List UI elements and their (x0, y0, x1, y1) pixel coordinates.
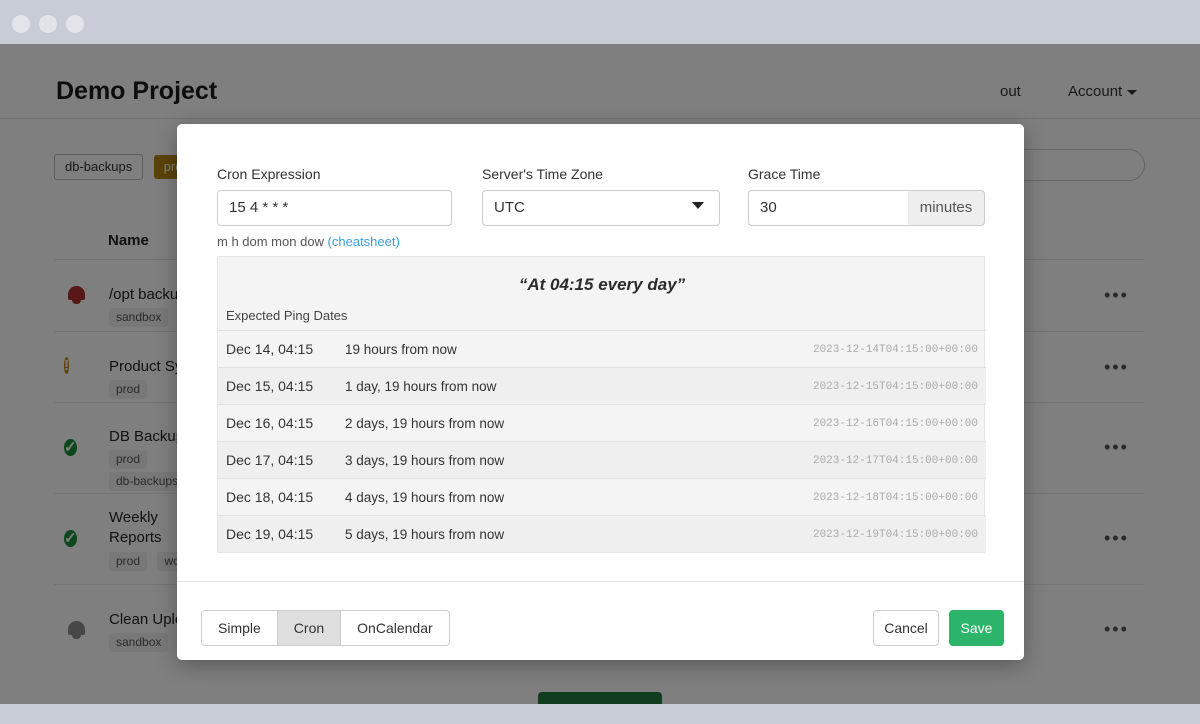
check-tags: prod (109, 450, 153, 469)
window-minimize-button[interactable] (39, 15, 57, 33)
ping-relative: 1 day, 19 hours from now (345, 379, 496, 394)
ping-iso-timestamp: 2023-12-19T04:15:00+00:00 (813, 529, 978, 541)
bell-ringing-icon (64, 282, 90, 308)
window-bottom-strip (0, 704, 1200, 724)
schedule-description: “At 04:15 every day” (218, 275, 986, 295)
cron-field-order: m h dom mon dow (217, 234, 328, 249)
ping-relative: 19 hours from now (345, 342, 457, 357)
window-close-button[interactable] (12, 15, 30, 33)
ping-date: Dec 19, 04:15 (226, 526, 313, 542)
row-actions-menu[interactable]: ••• (1104, 357, 1129, 378)
cheatsheet-link[interactable]: (cheatsheet) (328, 234, 400, 249)
check-tags: prod (109, 380, 153, 399)
schedule-type-cron[interactable]: Cron (278, 611, 341, 645)
window-chrome (0, 0, 1200, 44)
grace-time-unit: minutes (908, 190, 985, 226)
ping-date-row: Dec 17, 04:15 3 days, 19 hours from now … (218, 441, 986, 478)
check-circle-icon: ✓ (64, 436, 90, 462)
expected-ping-dates-table: Dec 14, 04:15 19 hours from now 2023-12-… (218, 330, 986, 552)
check-name[interactable]: Weekly Reports (109, 508, 179, 548)
browser-viewport: Demo Project out Account db-backups prod… (0, 44, 1200, 704)
ping-date-row: Dec 19, 04:15 5 days, 19 hours from now … (218, 515, 986, 552)
ping-iso-timestamp: 2023-12-17T04:15:00+00:00 (813, 455, 978, 467)
page-title: Demo Project (56, 77, 217, 106)
ping-date: Dec 14, 04:15 (226, 341, 313, 357)
ping-iso-timestamp: 2023-12-15T04:15:00+00:00 (813, 381, 978, 393)
nav-about-link[interactable]: out (1000, 83, 1021, 100)
ping-date-row: Dec 18, 04:15 4 days, 19 hours from now … (218, 478, 986, 515)
chevron-down-icon (692, 202, 704, 209)
cron-expression-label: Cron Expression (217, 166, 321, 182)
cron-help-text: m h dom mon dow (cheatsheet) (217, 234, 400, 249)
modal-footer: Simple Cron OnCalendar Cancel Save (177, 581, 1024, 660)
check-tag[interactable]: sandbox (109, 308, 168, 327)
ping-iso-timestamp: 2023-12-18T04:15:00+00:00 (813, 492, 978, 504)
ping-relative: 2 days, 19 hours from now (345, 416, 504, 431)
cancel-button[interactable]: Cancel (873, 610, 939, 646)
window-maximize-button[interactable] (66, 15, 84, 33)
check-tag[interactable]: prod (109, 552, 147, 571)
ping-date: Dec 16, 04:15 (226, 415, 313, 431)
ping-date-row: Dec 14, 04:15 19 hours from now 2023-12-… (218, 330, 986, 367)
cron-expression-input[interactable]: 15 4 * * * (217, 190, 452, 226)
row-actions-menu[interactable]: ••• (1104, 528, 1129, 549)
row-actions-menu[interactable]: ••• (1104, 285, 1129, 306)
nav-account-menu[interactable]: Account (1068, 83, 1137, 100)
table-column-header-name: Name (108, 232, 149, 249)
nav-account-label: Account (1068, 83, 1122, 100)
ping-iso-timestamp: 2023-12-16T04:15:00+00:00 (813, 418, 978, 430)
row-actions-menu[interactable]: ••• (1104, 619, 1129, 640)
check-tags: sandbox (109, 633, 174, 652)
check-tag[interactable]: sandbox (109, 633, 168, 652)
ping-date-row: Dec 15, 04:15 1 day, 19 hours from now 2… (218, 367, 986, 404)
ping-relative: 5 days, 19 hours from now (345, 527, 504, 542)
check-tag[interactable]: db-backups (109, 472, 185, 491)
check-tag[interactable]: prod (109, 380, 147, 399)
ping-relative: 3 days, 19 hours from now (345, 453, 504, 468)
check-tag[interactable]: prod (109, 450, 147, 469)
ping-date: Dec 18, 04:15 (226, 489, 313, 505)
header-divider (0, 118, 1200, 119)
check-tags: sandbox (109, 308, 174, 327)
check-circle-icon: ✓ (64, 527, 90, 553)
expected-ping-dates-label: Expected Ping Dates (226, 308, 347, 323)
grace-time-label: Grace Time (748, 166, 820, 182)
app-header: Demo Project out Account (0, 44, 1200, 118)
ping-date: Dec 15, 04:15 (226, 378, 313, 394)
ping-relative: 4 days, 19 hours from now (345, 490, 504, 505)
timezone-select[interactable]: UTC (482, 190, 720, 226)
check-name[interactable]: Product Sy (109, 357, 182, 377)
row-actions-menu[interactable]: ••• (1104, 437, 1129, 458)
schedule-type-simple[interactable]: Simple (202, 611, 278, 645)
tag-filter-db-backups[interactable]: db-backups (54, 154, 143, 180)
timezone-label: Server's Time Zone (482, 166, 603, 182)
schedule-type-toggle-group: Simple Cron OnCalendar (201, 610, 450, 646)
cron-schedule-modal: Cron Expression 15 4 * * * m h dom mon d… (177, 124, 1024, 660)
schedule-preview-panel: “At 04:15 every day” Expected Ping Dates… (217, 256, 985, 553)
grace-time-input[interactable]: 30 (748, 190, 910, 226)
ping-iso-timestamp: 2023-12-14T04:15:00+00:00 (813, 344, 978, 356)
schedule-type-oncalendar[interactable]: OnCalendar (341, 611, 449, 645)
add-check-button[interactable]: Add Check (538, 692, 662, 704)
ping-date-row: Dec 16, 04:15 2 days, 19 hours from now … (218, 404, 986, 441)
chevron-down-icon (1127, 90, 1137, 95)
save-button[interactable]: Save (949, 610, 1004, 646)
warning-icon: ! (64, 354, 90, 380)
bell-muted-icon (64, 617, 90, 643)
ping-date: Dec 17, 04:15 (226, 452, 313, 468)
check-name[interactable]: /opt backup (109, 285, 187, 305)
check-name[interactable]: DB Backup (109, 427, 184, 447)
